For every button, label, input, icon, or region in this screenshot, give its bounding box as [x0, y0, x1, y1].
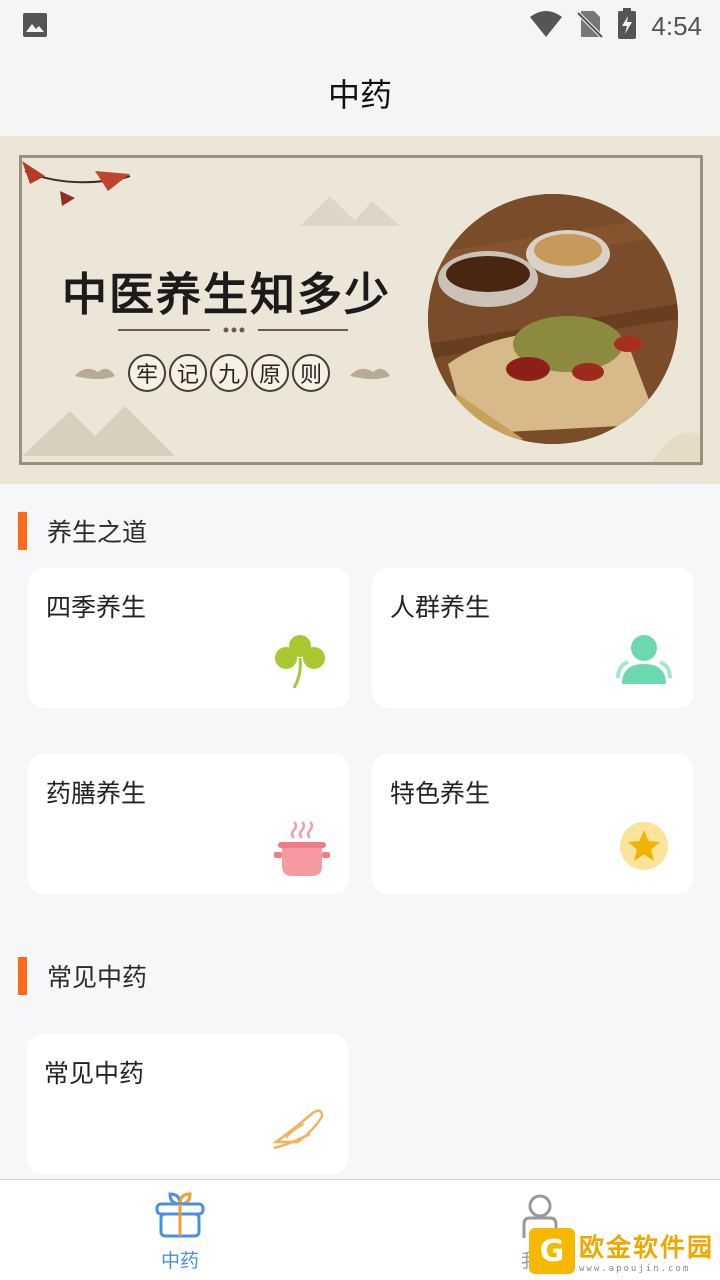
card-seasonal-health[interactable]: 四季养生: [28, 568, 350, 708]
pot-icon: [272, 818, 330, 876]
watermark-text: 欧金软件园: [578, 1233, 714, 1262]
card-title: 人群养生: [390, 593, 491, 622]
banner-chip: 牢: [128, 354, 166, 392]
herb-icon: [270, 1098, 326, 1154]
banner-headline: 中医养生知多少: [62, 268, 392, 321]
page-title: 中药: [327, 76, 392, 114]
app-bar: 中药: [0, 50, 720, 136]
card-title: 常见中药: [44, 1059, 145, 1088]
banner-chip: 原: [251, 354, 289, 392]
nav-label: 中药: [160, 1250, 199, 1272]
people-icon: [616, 632, 672, 688]
nav-tab-herbs[interactable]: 中药: [120, 1180, 240, 1280]
watermark-logo: G: [528, 1228, 575, 1274]
herbal-photo: [428, 194, 678, 444]
section-accent-bar: [18, 512, 27, 550]
section-heading: 常见中药: [18, 956, 147, 996]
watermark-url: www.apoujin.com: [578, 1264, 691, 1274]
banner-chip: 记: [169, 354, 207, 392]
card-featured-health[interactable]: 特色养生: [372, 754, 694, 894]
wifi-icon: [529, 10, 563, 42]
section-accent-bar: [18, 957, 27, 995]
status-time: 4:54: [651, 10, 702, 41]
banner-chip: 九: [210, 354, 248, 392]
card-common-herbs[interactable]: 常见中药: [26, 1034, 348, 1174]
battery-charging-icon: [617, 8, 637, 44]
watermark: G 欧金软件园 www.apoujin.com: [528, 1228, 714, 1274]
no-sim-icon: [576, 9, 604, 43]
card-title: 特色养生: [390, 779, 491, 808]
image-notification-icon: [22, 12, 48, 42]
banner-chip: 则: [292, 354, 330, 392]
section-heading: 养生之道: [18, 511, 147, 551]
section-title: 常见中药: [47, 963, 148, 992]
banner-chips: 牢 记 九 原 则: [128, 354, 330, 392]
gift-icon: [154, 1190, 206, 1244]
bottom-navigation: 中药 我的 G 欧金软件园 www.apoujin.com: [0, 1179, 720, 1280]
status-bar: 4:54: [0, 0, 720, 50]
card-people-health[interactable]: 人群养生: [372, 568, 694, 708]
star-icon: [616, 818, 672, 874]
banner[interactable]: 中医养生知多少 牢 记 九 原 则: [0, 136, 720, 484]
card-medicinal-diet[interactable]: 药膳养生: [28, 754, 350, 894]
section-title: 养生之道: [47, 518, 148, 547]
card-title: 药膳养生: [46, 779, 147, 808]
card-title: 四季养生: [46, 593, 147, 622]
clover-icon: [272, 632, 328, 689]
